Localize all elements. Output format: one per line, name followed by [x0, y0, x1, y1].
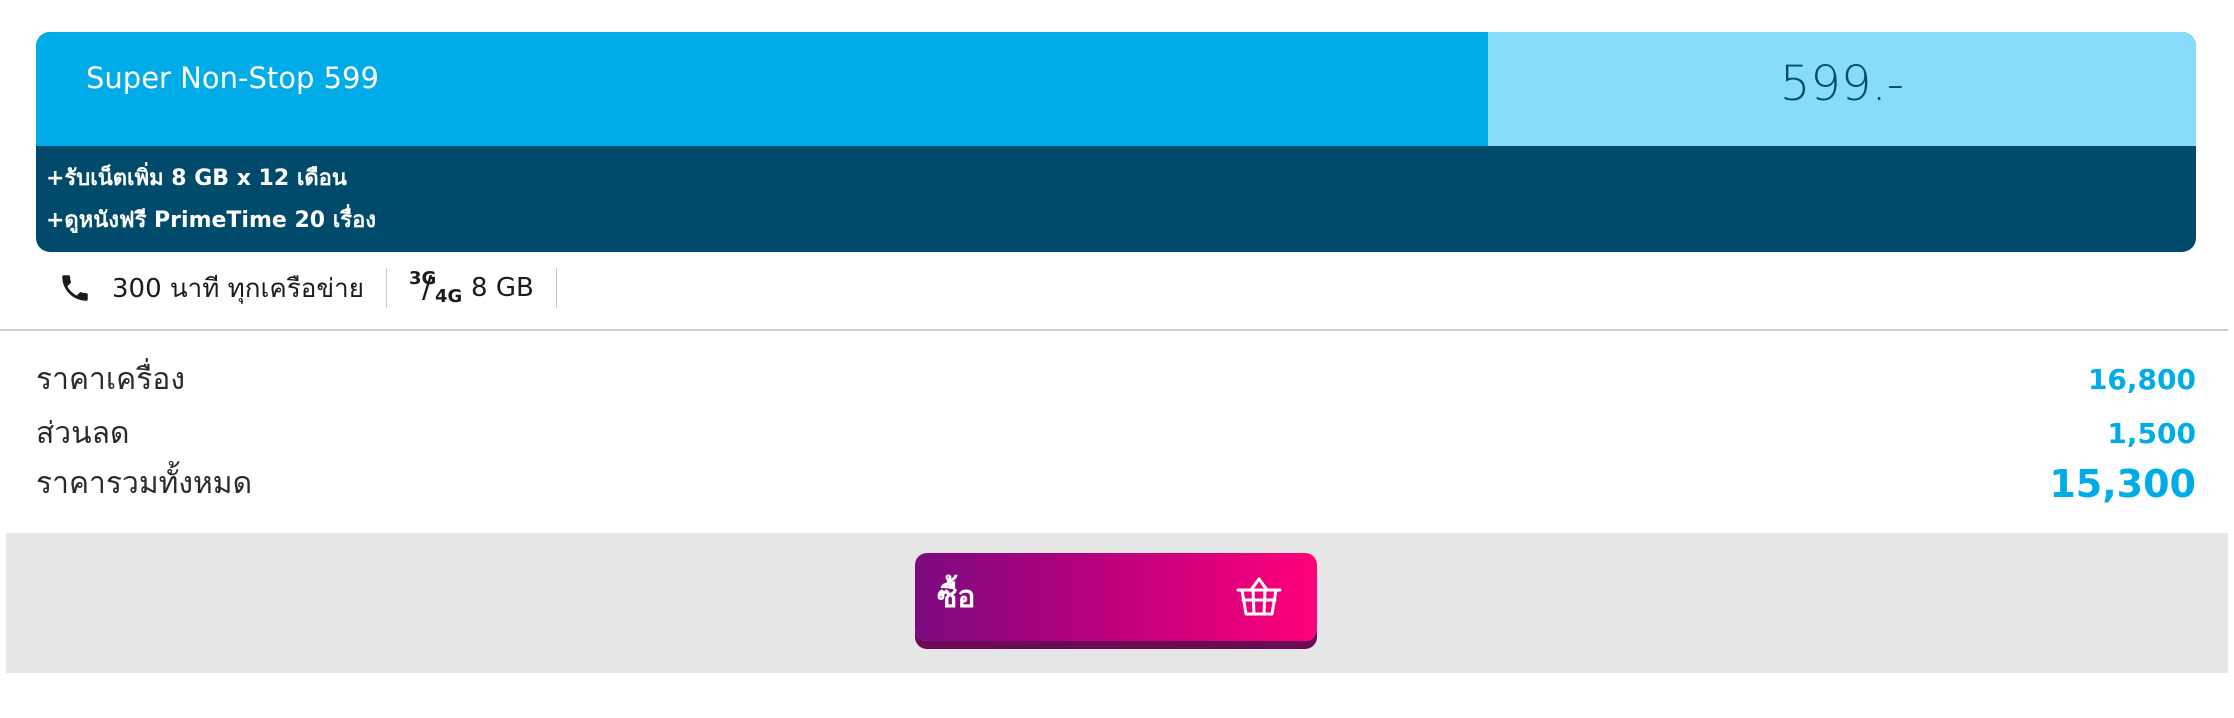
buy-label: ซื้อ — [937, 579, 976, 615]
network-3g-4g-icon: 3G / 4G — [409, 268, 463, 307]
divider — [0, 329, 2228, 331]
package-header: Super Non-Stop 599 599.- — [36, 32, 2196, 146]
device-price-row: ราคาเครื่อง 16,800 — [36, 356, 2196, 403]
benefit-item: +ดูหนังฟรี PrimeTime 20 เรื่อง — [46, 208, 377, 233]
package-name: Super Non-Stop 599 — [36, 32, 1488, 146]
total-price-label: ราคารวมทั้งหมด — [36, 466, 253, 501]
feature-calls: 300 นาที ทุกเครือข่าย — [36, 268, 388, 308]
data-text: 8 GB — [471, 273, 534, 303]
benefit-item: +รับเน็ตเพิ่ม 8 GB x 12 เดือน — [46, 166, 347, 191]
package-card: Super Non-Stop 599 599.- +รับเน็ตเพิ่ม 8… — [36, 32, 2196, 252]
phone-icon — [58, 271, 92, 305]
package-benefits: +รับเน็ตเพิ่ม 8 GB x 12 เดือน +ดูหนังฟรี… — [36, 146, 2196, 242]
discount-row: ส่วนลด 1,500 — [36, 410, 2196, 457]
calls-text: 300 นาที ทุกเครือข่าย — [112, 273, 365, 304]
features-row: 300 นาที ทุกเครือข่าย 3G / 4G 8 GB — [36, 266, 557, 310]
total-price-value: 15,300 — [2049, 461, 2196, 506]
total-price-row: ราคารวมทั้งหมด 15,300 — [36, 460, 2196, 507]
discount-label: ส่วนลด — [36, 416, 130, 451]
package-page: Super Non-Stop 599 599.- +รับเน็ตเพิ่ม 8… — [0, 0, 2234, 718]
device-price-label: ราคาเครื่อง — [36, 362, 185, 397]
package-price: 599.- — [1488, 32, 2196, 146]
discount-value: 1,500 — [2107, 417, 2196, 450]
buy-button[interactable]: ซื้อ — [915, 553, 1317, 641]
device-price-value: 16,800 — [2087, 363, 2196, 396]
feature-data: 3G / 4G 8 GB — [387, 268, 557, 308]
basket-icon — [1235, 576, 1283, 618]
